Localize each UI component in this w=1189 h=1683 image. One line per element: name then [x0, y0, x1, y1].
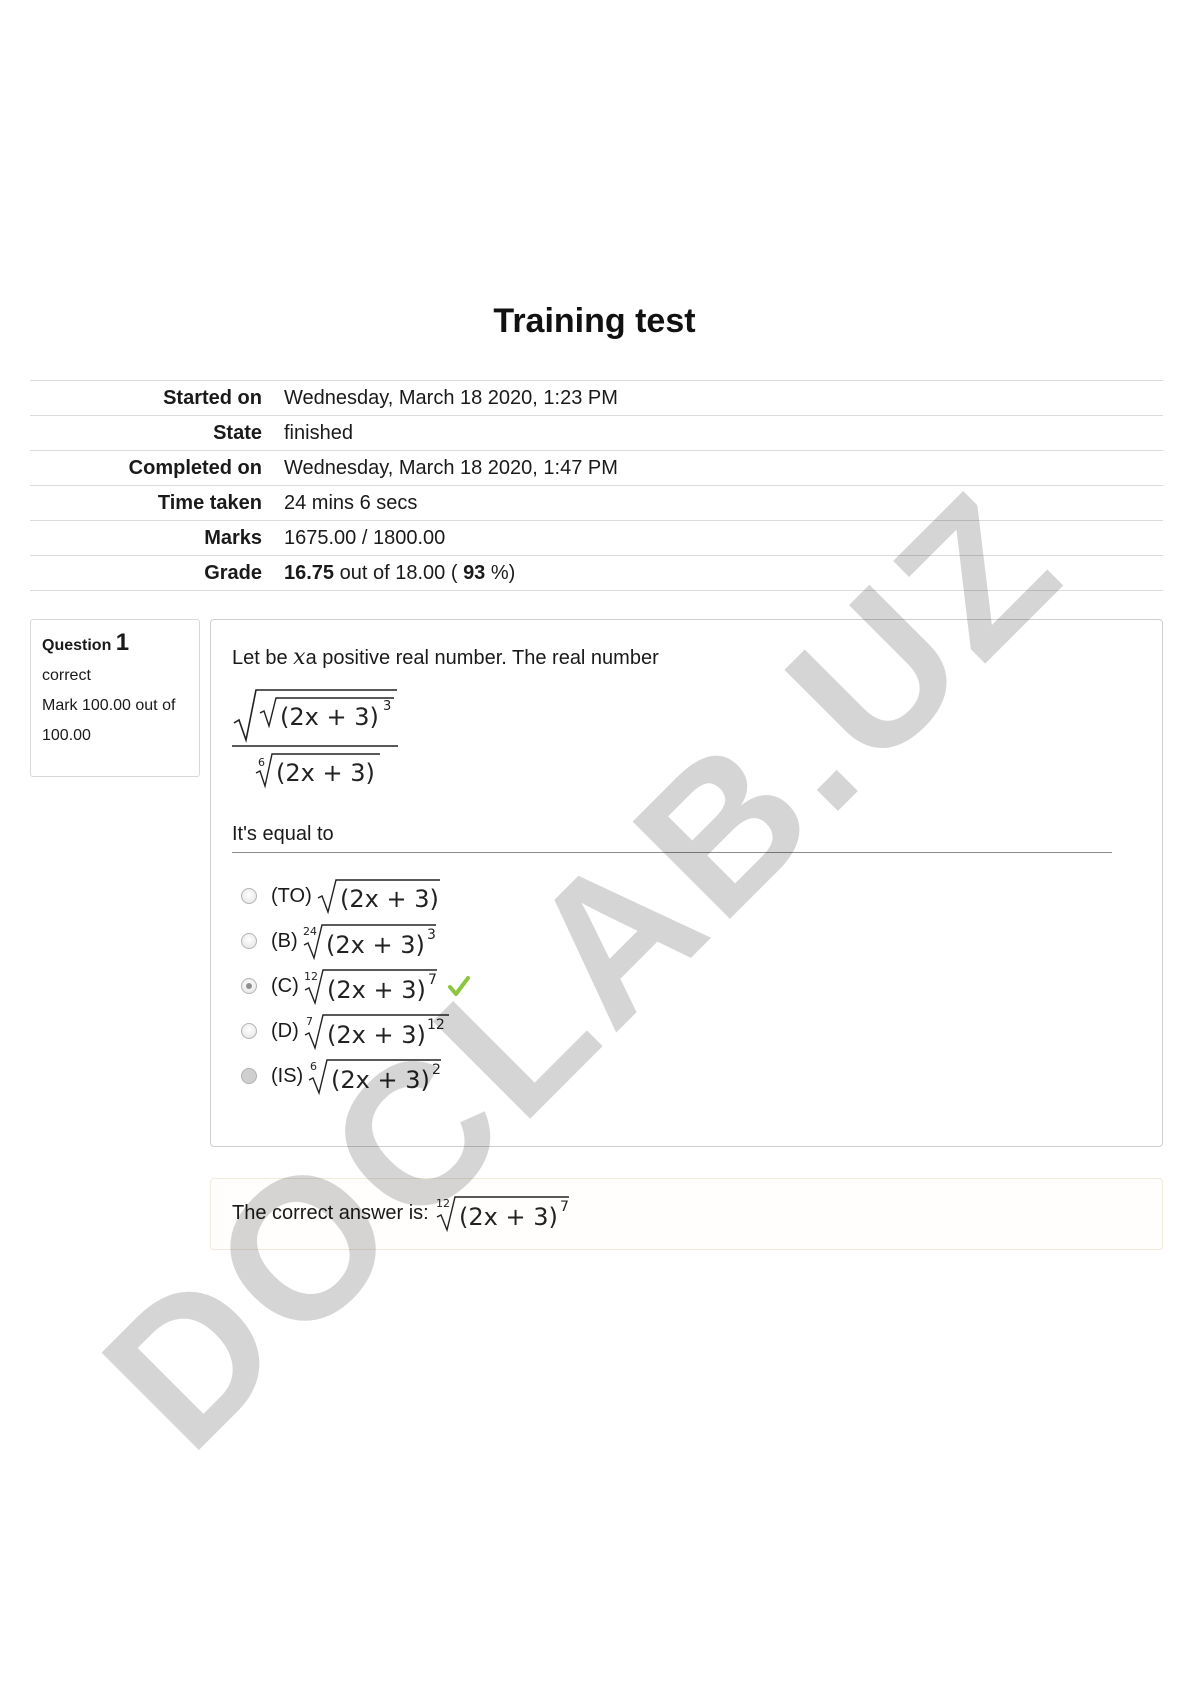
option-expression: 7 (2x + 3) 12 [304, 1014, 449, 1051]
radio-button[interactable] [241, 1023, 257, 1039]
summary-row-time-taken: Time taken 24 mins 6 secs [30, 485, 1163, 521]
option-exponent: 2 [432, 1062, 441, 1078]
summary-row-marks: Marks 1675.00 / 1800.00 [30, 520, 1163, 556]
question-label: Question [42, 637, 112, 654]
feedback-text: The correct answer is: [232, 1201, 429, 1224]
option-base: (2x + 3) [326, 931, 425, 959]
question-mark: Mark 100.00 out of 100.00 [42, 697, 176, 744]
grade-value: 16.75 out of 18.00 ( 93 %) [284, 555, 1163, 591]
summary-label: Marks [30, 520, 284, 556]
summary-value: 1675.00 / 1800.00 [284, 520, 1163, 556]
radio-button[interactable] [241, 888, 257, 904]
denominator-index: 6 [258, 756, 265, 769]
summary-label: Completed on [30, 450, 284, 486]
option-base: (2x + 3) [327, 976, 426, 1004]
question-text: Let be xa positive real number. The real… [232, 645, 659, 670]
option-index: 24 [303, 925, 317, 938]
option-label: (D) [271, 1019, 299, 1042]
summary-row-grade: Grade 16.75 out of 18.00 ( 93 %) [30, 555, 1163, 591]
radio-button-selected[interactable] [241, 978, 257, 994]
summary-row-completed: Completed on Wednesday, March 18 2020, 1… [30, 450, 1163, 486]
option-label: (TO) [271, 884, 312, 907]
question-expression: (2x + 3) 3 6 (2x + 3) [232, 689, 398, 789]
answer-option-e[interactable]: (IS) 6 (2x + 3) 2 [241, 1056, 452, 1096]
question-content: Let be xa positive real number. The real… [210, 619, 1163, 1147]
grade-score: 16.75 [284, 561, 335, 584]
summary-value: Wednesday, March 18 2020, 1:23 PM [284, 380, 1163, 416]
answer-option-a[interactable]: (TO) (2x + 3) [241, 876, 446, 916]
option-base: (2x + 3) [331, 1066, 430, 1094]
feedback-base: (2x + 3) [459, 1203, 558, 1231]
option-exponent: 3 [427, 927, 436, 943]
answer-option-b[interactable]: (B) 24 (2x + 3) 3 [241, 921, 452, 961]
question-equal-text: It's equal to [232, 823, 334, 845]
summary-value: 24 mins 6 secs [284, 485, 1163, 521]
divider [232, 852, 1112, 853]
summary-row-state: State finished [30, 415, 1163, 451]
question-variable: x [293, 645, 306, 670]
option-base: (2x + 3) [327, 1021, 426, 1049]
feedback-index: 12 [436, 1197, 450, 1210]
feedback-exponent: 7 [560, 1199, 569, 1215]
summary-label: Grade [30, 555, 284, 591]
question-text-end: a positive real number. The real number [305, 647, 659, 669]
summary-label: Time taken [30, 485, 284, 521]
radio-button[interactable] [241, 933, 257, 949]
question-text-start: Let be [232, 647, 288, 669]
option-base: (2x + 3) [340, 885, 439, 913]
denominator-base: (2x + 3) [276, 759, 375, 787]
option-expression: 6 (2x + 3) 2 [308, 1059, 442, 1096]
option-index: 12 [304, 970, 318, 983]
answer-option-c[interactable]: (C) 12 (2x + 3) 7 [241, 966, 471, 1006]
page-title: Training test [493, 302, 696, 340]
numerator-exponent: 3 [383, 699, 391, 714]
answer-option-d[interactable]: (D) 7 (2x + 3) 12 [241, 1011, 463, 1051]
option-label: (B) [271, 929, 298, 952]
summary-row-started: Started on Wednesday, March 18 2020, 1:2… [30, 380, 1163, 416]
feedback-expression: 12 (2x + 3) 7 [436, 1196, 569, 1233]
question-number-value: 1 [115, 629, 130, 656]
question-info-panel: Question 1 correct Mark 100.00 out of 10… [30, 619, 200, 777]
numerator-base: (2x + 3) [280, 703, 379, 731]
option-expression: 24 (2x + 3) 3 [303, 924, 436, 961]
grade-percent-suffix: %) [490, 561, 516, 584]
option-expression: (2x + 3) [317, 879, 440, 915]
attempt-summary-table: Started on Wednesday, March 18 2020, 1:2… [30, 380, 1163, 591]
grade-out-of: out of 18.00 ( [339, 561, 458, 584]
option-exponent: 7 [428, 972, 437, 988]
question-status: correct [42, 667, 91, 684]
option-label: (IS) [271, 1064, 304, 1087]
option-exponent: 12 [427, 1017, 445, 1033]
correct-answer-feedback: The correct answer is: 12 (2x + 3) 7 [210, 1178, 1163, 1250]
feedback-content: The correct answer is: 12 (2x + 3) 7 [232, 1193, 580, 1233]
summary-value: Wednesday, March 18 2020, 1:47 PM [284, 450, 1163, 486]
option-index: 7 [306, 1015, 313, 1028]
summary-label: Started on [30, 380, 284, 416]
question-number: Question 1 [42, 628, 188, 661]
grade-percent: 93 [463, 561, 486, 584]
correct-check-icon [447, 976, 470, 996]
option-label: (C) [271, 974, 299, 997]
summary-label: State [30, 415, 284, 451]
option-index: 6 [310, 1060, 317, 1073]
summary-value: finished [284, 415, 1163, 451]
radio-button[interactable] [241, 1068, 257, 1084]
option-expression: 12 (2x + 3) 7 [304, 969, 437, 1006]
